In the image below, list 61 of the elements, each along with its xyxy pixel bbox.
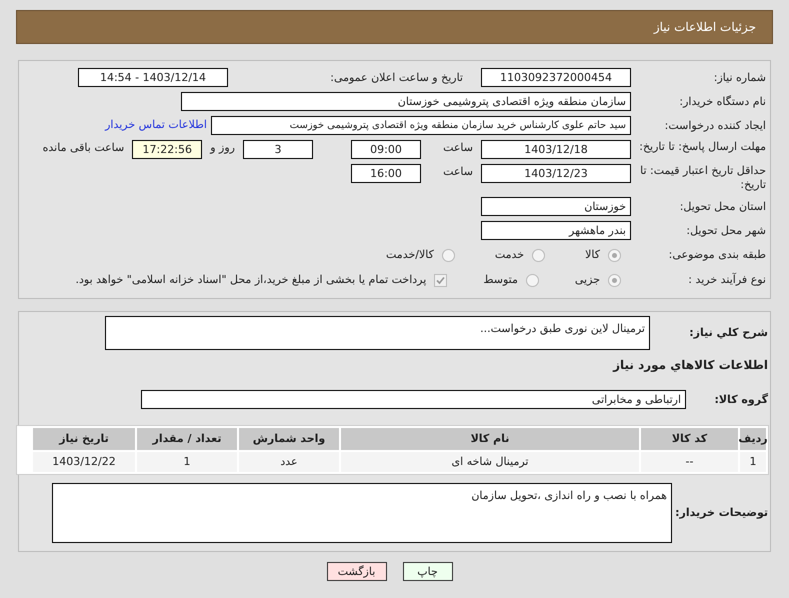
table-cell: 1	[137, 452, 237, 472]
text-field[interactable]: 1403/12/23	[481, 164, 631, 183]
radio-button[interactable]	[526, 274, 539, 286]
field-label: طبقه بندی موضوعی:	[668, 248, 766, 262]
text-field[interactable]: 1103092372000454	[481, 68, 631, 87]
section-title: اطلاعات کالاهاي مورد نياز	[612, 357, 768, 374]
column-header: واحد شمارش	[239, 428, 339, 450]
field-label: شماره نیاز:	[712, 70, 766, 84]
field-label: توضیحات خریدار:	[674, 506, 768, 520]
time-label: ساعت	[442, 140, 474, 156]
field-label: مهلت ارسال پاسخ: تا تاریخ:	[638, 140, 766, 154]
text-field[interactable]: بندر ماهشهر	[481, 221, 631, 240]
checkbox[interactable]	[434, 274, 448, 286]
remaining-time-field[interactable]: 17:22:56	[132, 140, 202, 159]
field-label: ایجاد کننده درخواست:	[664, 118, 766, 132]
description-textarea[interactable]: ترمینال لاین نوری طبق درخواست...	[105, 316, 650, 350]
table-cell: 1403/12/22	[33, 452, 135, 472]
table-cell: --	[641, 452, 738, 472]
text-field[interactable]: 3	[243, 140, 313, 159]
field-label: نوع فرآیند خرید :	[687, 273, 766, 287]
text-field[interactable]: 1403/12/18	[481, 140, 631, 159]
radio-label: جزیی	[574, 272, 600, 288]
text-field[interactable]: 16:00	[351, 164, 421, 183]
text-field[interactable]: ارتباطی و مخابراتی	[141, 390, 686, 409]
page-title: جزئیات اطلاعات نیاز	[654, 19, 756, 36]
field-label: شرح کلي نياز:	[688, 326, 768, 340]
payment-note: پرداخت تمام یا بخشی از مبلغ خرید،از محل "اسناد خزانه اسلامی" خواهد بود.	[76, 272, 426, 288]
field-label: گروه کالا:	[713, 392, 768, 406]
radio-button[interactable]	[532, 248, 546, 262]
radio-label: خدمت	[494, 246, 524, 263]
text-field[interactable]: سازمان منطقه ویژه اقتصادی پتروشیمی خوزستان	[181, 92, 631, 111]
radio-label: متوسط	[483, 272, 518, 288]
field-label: نام دستگاه خریدار:	[678, 94, 766, 108]
radio-button[interactable]	[608, 248, 621, 262]
field-label: شهر محل تحویل:	[685, 224, 766, 238]
back-button[interactable]: بازگشت	[326, 562, 386, 581]
text-field[interactable]: سید حاتم علوی کارشناس خرید سازمان منطقه ویژه اقتصادی پتروشیمی خوزست	[211, 116, 631, 135]
table-cell: ترمینال شاخه ای	[341, 452, 639, 472]
radio-label: کالا	[585, 246, 600, 263]
radio-button[interactable]	[608, 274, 621, 286]
radio-label: کالا/خدمت	[386, 246, 434, 263]
column-header: تعداد / مقدار	[137, 428, 237, 450]
text-field[interactable]: خوزستان	[481, 197, 631, 216]
column-header: کد کالا	[641, 428, 738, 450]
text-field[interactable]: 09:00	[351, 140, 421, 159]
buyer-notes-textarea[interactable]: همراه با نصب و راه اندازی ،تحویل سازمان	[52, 483, 672, 543]
days-label: روز و	[208, 140, 236, 156]
table-cell: 1	[740, 452, 766, 472]
buyer-contact-link[interactable]: اطلاعات تماس خریدار	[105, 117, 207, 134]
print-button[interactable]: چاپ	[402, 562, 452, 581]
remaining-label: ساعت باقی مانده	[42, 140, 126, 156]
time-label: ساعت	[442, 164, 474, 180]
radio-button[interactable]	[442, 248, 455, 262]
field-label: حداقل تاریخ اعتبار قیمت: تا تاریخ:	[639, 164, 766, 192]
field-label: استان محل تحویل:	[678, 200, 766, 214]
table-cell: عدد	[239, 452, 339, 472]
field-label: تاریخ و ساعت اعلان عمومی:	[329, 70, 463, 84]
column-header: تاریخ نیاز	[33, 428, 135, 450]
column-header: ردیف	[740, 428, 766, 450]
column-header: نام کالا	[341, 428, 639, 450]
text-field[interactable]: 1403/12/14 - 14:54	[78, 68, 228, 87]
